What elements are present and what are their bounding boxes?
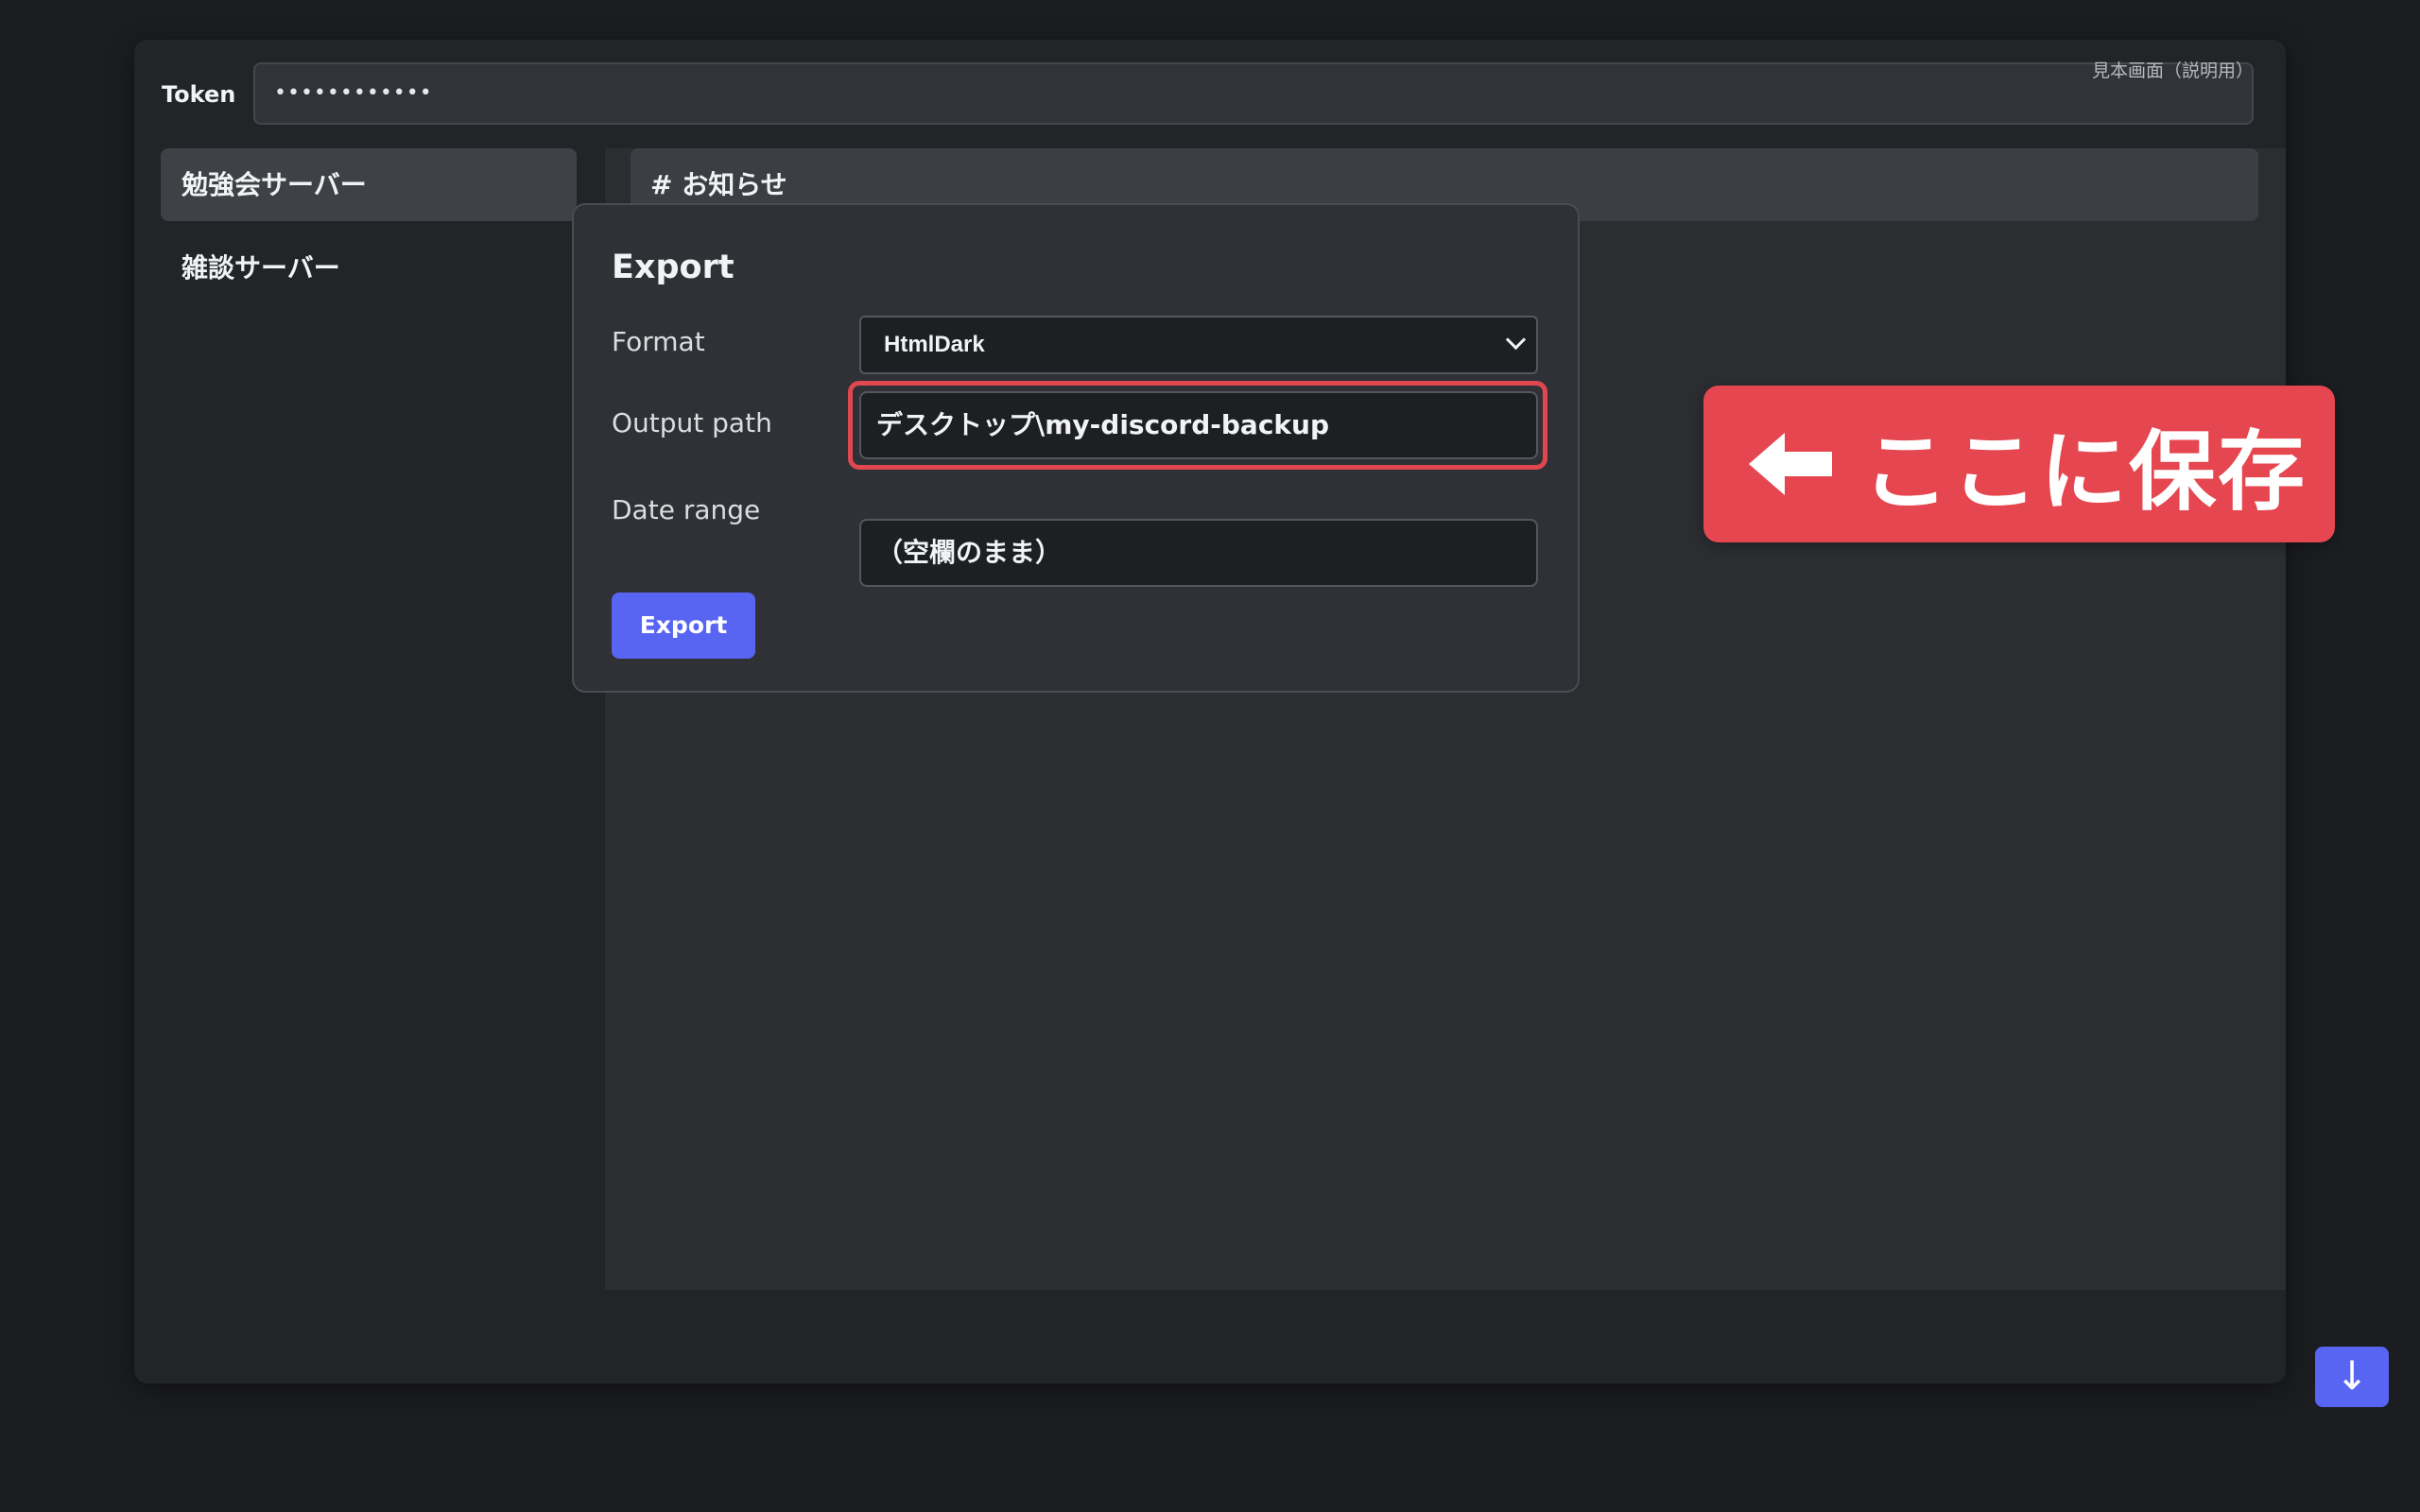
- format-select[interactable]: HtmlDark: [859, 316, 1538, 374]
- scroll-down-button[interactable]: ↓: [2315, 1347, 2389, 1407]
- callout-text: ここに保存: [1862, 421, 2308, 523]
- output-path-label: Output path: [612, 407, 772, 438]
- arrow-down-icon: ↓: [2335, 1352, 2369, 1399]
- server-item-study[interactable]: 勉強会サーバー: [161, 148, 577, 221]
- arrow-left-icon: [1749, 433, 1832, 495]
- token-label: Token: [162, 81, 236, 108]
- date-range-label: Date range: [612, 494, 761, 525]
- date-range-input[interactable]: （空欄のまま）: [859, 519, 1538, 587]
- chevron-down-icon: [1505, 329, 1527, 351]
- sample-screen-note: 見本画面（説明用）: [2091, 60, 2254, 81]
- token-bar: Token •••••••••••• 見本画面（説明用）: [134, 40, 2286, 148]
- format-value: HtmlDark: [884, 332, 985, 357]
- save-here-callout: ここに保存: [1703, 386, 2335, 542]
- export-button[interactable]: Export: [612, 593, 755, 659]
- server-item-chat[interactable]: 雑談サーバー: [161, 232, 577, 304]
- token-input[interactable]: ••••••••••••: [253, 62, 2254, 125]
- dialog-title: Export: [612, 249, 735, 286]
- export-dialog: Export Format HtmlDark Output path デスクトッ…: [572, 203, 1580, 693]
- output-path-input[interactable]: デスクトップ\my-discord-backup: [859, 391, 1538, 459]
- format-label: Format: [612, 326, 705, 357]
- server-sidebar: 勉強会サーバー 雑談サーバー: [134, 148, 605, 1330]
